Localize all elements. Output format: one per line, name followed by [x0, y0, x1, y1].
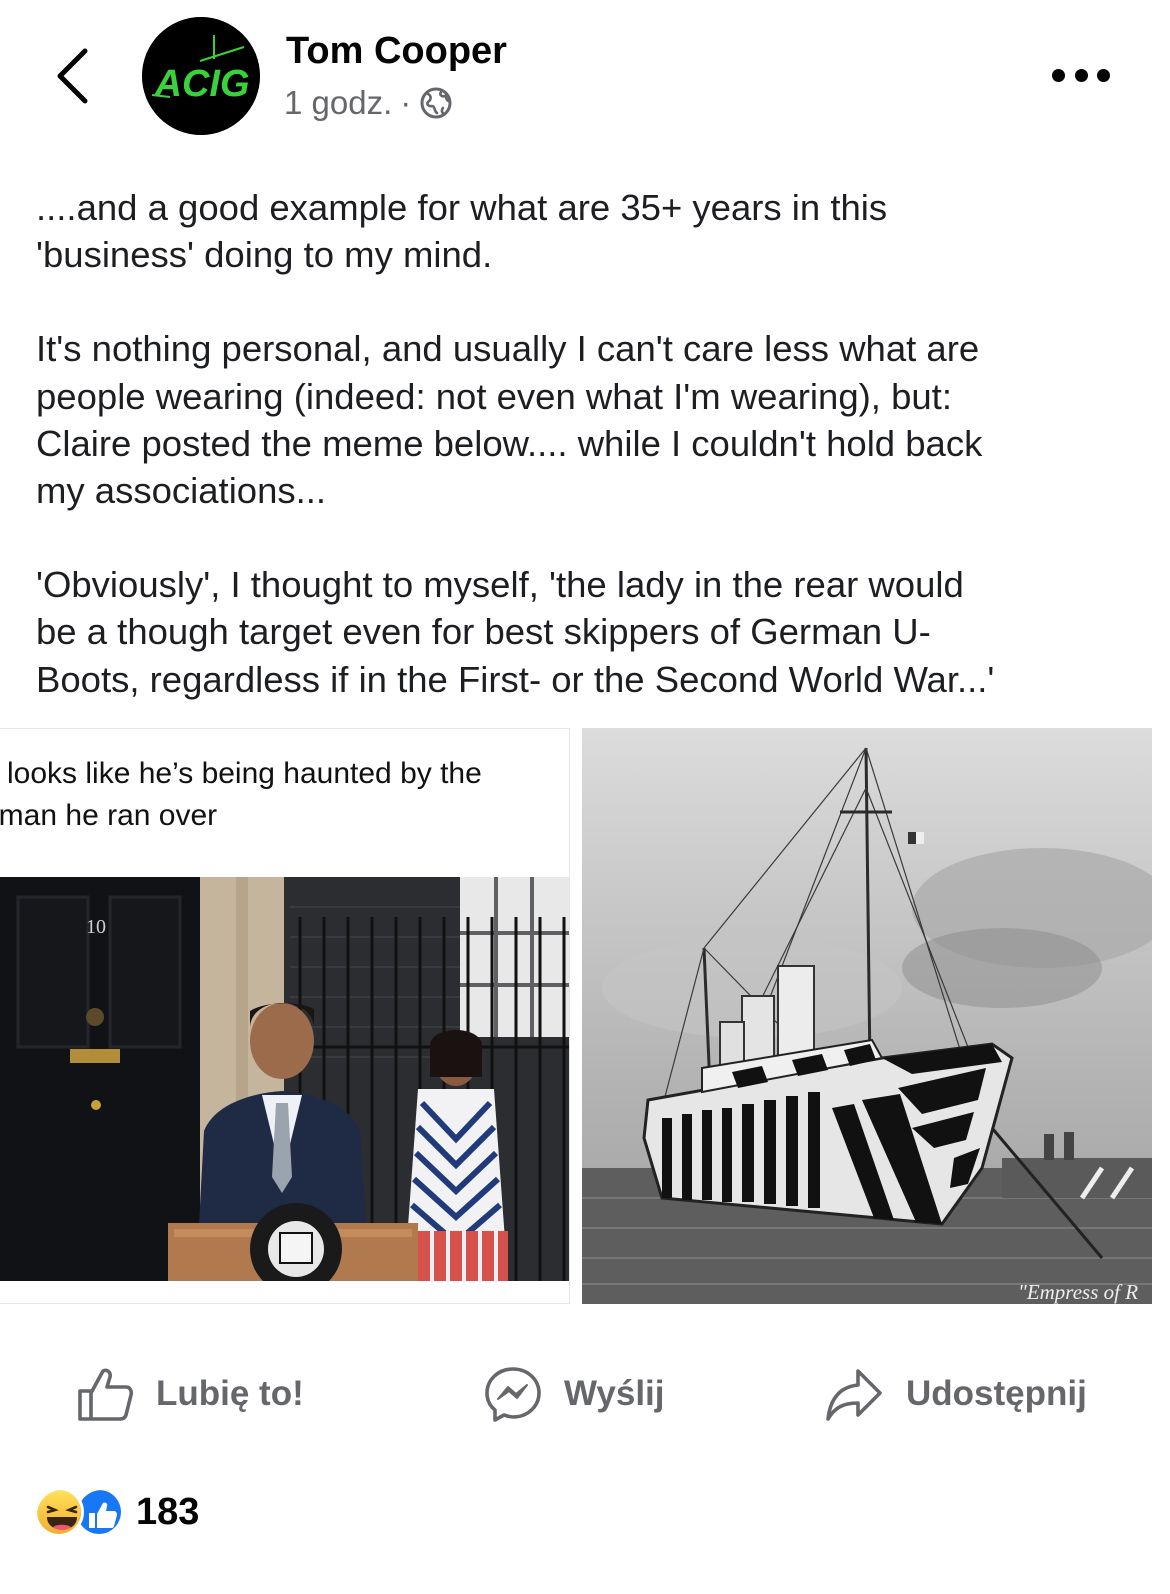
share-button[interactable]: Udostępnij	[824, 1356, 1087, 1432]
messenger-icon	[485, 1367, 541, 1422]
avatar[interactable]: ACIG	[142, 17, 260, 135]
acig-logo: ACIG	[142, 17, 260, 135]
send-button[interactable]: Wyślij	[484, 1356, 665, 1432]
meme-caption: e looks like he’s being haunted by the o…	[0, 757, 482, 832]
haha-icon	[34, 1487, 84, 1537]
post-paragraph: ....and a good example for what are 35+ …	[36, 187, 888, 276]
more-dot-icon	[1052, 68, 1065, 82]
post-actions: Lubię to! Wyślij Udostępnij	[0, 1356, 1170, 1432]
more-dot-icon	[1097, 68, 1110, 82]
post-paragraph: 'Obviously', I thought to myself, 'the l…	[36, 564, 995, 700]
globe-icon	[420, 87, 452, 119]
meme-image[interactable]: e looks like he’s being haunted by the o…	[0, 728, 570, 1304]
author-name[interactable]: Tom Cooper	[286, 30, 507, 73]
meme-photo: 10	[0, 877, 569, 1281]
back-button[interactable]	[44, 44, 100, 108]
share-label: Udostępnij	[906, 1374, 1087, 1413]
like-button[interactable]: Lubię to!	[76, 1356, 304, 1432]
post-body: ....and a good example for what are 35+ …	[36, 184, 1136, 703]
ship-image[interactable]: "Empress of R	[582, 728, 1152, 1304]
post-meta: 1 godz. ·	[284, 84, 453, 122]
svg-text:10: 10	[86, 916, 106, 938]
ship-caption: "Empress of R	[1018, 1280, 1139, 1304]
reaction-count: 183	[136, 1490, 200, 1533]
share-arrow-icon	[826, 1369, 882, 1421]
svg-text:ACIG: ACIG	[154, 63, 250, 105]
like-label: Lubię to!	[156, 1374, 304, 1413]
post-header: ACIG Tom Cooper 1 godz. ·	[0, 0, 1170, 160]
chevron-left-icon	[57, 48, 88, 104]
reactions-summary[interactable]: 183	[34, 1484, 199, 1540]
post-time[interactable]: 1 godz.	[284, 84, 392, 122]
meta-separator: ·	[400, 84, 412, 121]
thumbs-up-icon	[78, 1368, 134, 1421]
post-paragraph: It's nothing personal, and usually I can…	[36, 328, 983, 512]
more-options-button[interactable]	[1048, 58, 1114, 92]
send-label: Wyślij	[564, 1374, 665, 1413]
more-dot-icon	[1074, 68, 1088, 82]
